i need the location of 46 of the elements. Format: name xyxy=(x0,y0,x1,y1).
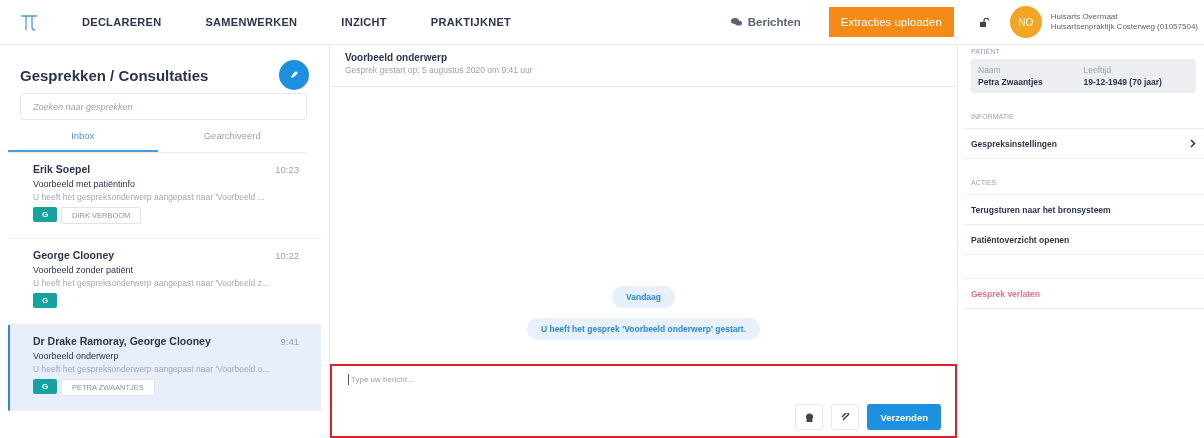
nav-link[interactable]: INZICHT xyxy=(341,16,387,28)
group-tag: G xyxy=(33,207,57,222)
search-field[interactable]: Zoeken naar gesprekken xyxy=(20,93,307,120)
pencil-icon xyxy=(289,70,299,80)
chat-subtitle: Gesprek gestart op: 5 augustus 2020 om 9:41 uur xyxy=(345,65,534,75)
action-item[interactable]: Terugsturen naar het bronsysteem xyxy=(963,195,1204,225)
compose-button[interactable] xyxy=(279,60,309,90)
action-item[interactable]: Patiëntoverzicht openen xyxy=(963,225,1204,255)
date-label: Vandaag xyxy=(612,286,675,308)
conversation-subject: Voorbeeld onderwerp xyxy=(33,351,120,361)
camera-icon xyxy=(804,412,814,422)
conversation-name: Erik Soepel xyxy=(33,163,91,175)
group-tag: G xyxy=(33,293,57,308)
chat-title: Voorbeeld onderwerp xyxy=(345,52,449,63)
attach-button[interactable] xyxy=(831,404,860,430)
chevron-right-icon xyxy=(1190,139,1196,148)
sidebar-title: Gesprekken / Consultaties xyxy=(20,66,209,84)
patient-label: Naam xyxy=(978,65,1002,75)
paperclip-icon xyxy=(840,412,850,422)
conversation-preview: U heeft het gespreksonderwerp aangepast naar 'Voorbeeld z... xyxy=(33,278,270,288)
conversation-time: 10:22 xyxy=(275,249,299,261)
messages-label: Berichten xyxy=(747,16,801,28)
chat-icon xyxy=(730,18,742,26)
conversation-time: 9:41 xyxy=(280,335,299,347)
nav-link[interactable]: DECLAREREN xyxy=(82,16,162,28)
conversation-subject: Voorbeeld zonder patiënt xyxy=(33,265,135,275)
conversation-name: George Clooney xyxy=(33,249,115,261)
patient-value: 19-12-1949 (70 jaar) xyxy=(1083,77,1163,87)
conversation-time: 10:23 xyxy=(275,163,299,175)
nav-link[interactable]: PRAKTIJKNET xyxy=(430,16,512,28)
conversation-preview: U heeft het gespreksonderwerp aangepast naar 'Voorbeeld ... xyxy=(33,192,266,202)
group-tag: G xyxy=(33,379,57,394)
system-message: U heeft het gesprek 'Voorbeeld onderwerp' gestart. xyxy=(526,318,761,340)
nav-link[interactable]: SAMENWERKEN xyxy=(205,16,298,28)
messages-link[interactable]: Berichten xyxy=(730,16,801,28)
unlocked-icon[interactable] xyxy=(979,17,990,27)
logo-icon[interactable] xyxy=(20,13,38,31)
user-name: Huisarts Overmaat xyxy=(1050,12,1119,22)
patient-label: Leeftijd xyxy=(1083,65,1112,75)
patient-value: Petra Zwaantjes xyxy=(978,77,1044,87)
camera-button[interactable] xyxy=(795,404,824,430)
settings-link[interactable]: Gespreksinstellingen xyxy=(963,129,1204,159)
conversation-subject: Voorbeeld met patiëntinfo xyxy=(33,179,137,189)
practice-name: Huisartsenpraktijk Costerweg (01057504) xyxy=(1050,22,1198,32)
conversation-name: Dr Drake Ramoray, George Clooney xyxy=(33,335,211,347)
settings-label: Gespreksinstellingen xyxy=(971,138,1057,149)
